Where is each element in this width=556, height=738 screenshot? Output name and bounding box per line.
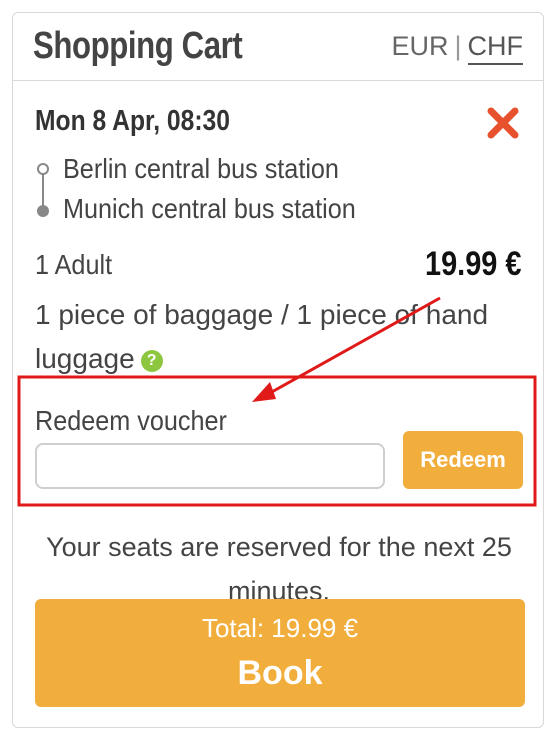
- help-icon[interactable]: ?: [140, 349, 163, 372]
- trip-price: 19.99 €: [424, 245, 521, 283]
- baggage-info: 1 piece of baggage / 1 piece of hand lug…: [35, 293, 505, 381]
- passenger-count: 1 Adult: [35, 249, 113, 280]
- currency-switcher: EUR | CHF: [391, 31, 523, 65]
- currency-eur-option[interactable]: EUR: [391, 31, 448, 61]
- cart-header: Shopping Cart EUR | CHF: [13, 13, 543, 81]
- book-total: Total: 19.99 €: [201, 613, 359, 643]
- close-icon: [487, 107, 519, 139]
- currency-separator: |: [454, 31, 462, 61]
- arrival-station: Munich central bus station: [63, 193, 356, 224]
- departure-station: Berlin central bus station: [63, 153, 339, 184]
- trip-datetime: Mon 8 Apr, 08:30: [35, 105, 230, 137]
- page-title: Shopping Cart: [33, 25, 243, 67]
- remove-trip-button[interactable]: [485, 105, 521, 141]
- book-label: Book: [237, 654, 323, 692]
- redeem-button[interactable]: Redeem: [403, 431, 523, 489]
- currency-chf-option[interactable]: CHF: [467, 31, 523, 65]
- route-icon: [37, 163, 49, 217]
- baggage-text: 1 piece of baggage / 1 piece of hand lug…: [35, 299, 489, 374]
- shopping-cart-panel: Shopping Cart EUR | CHF Mon 8 Apr, 08:30 B…: [12, 12, 544, 728]
- voucher-input[interactable]: [35, 443, 385, 489]
- book-button[interactable]: Total: 19.99 € Book: [35, 599, 525, 707]
- voucher-label: Redeem voucher: [35, 405, 227, 436]
